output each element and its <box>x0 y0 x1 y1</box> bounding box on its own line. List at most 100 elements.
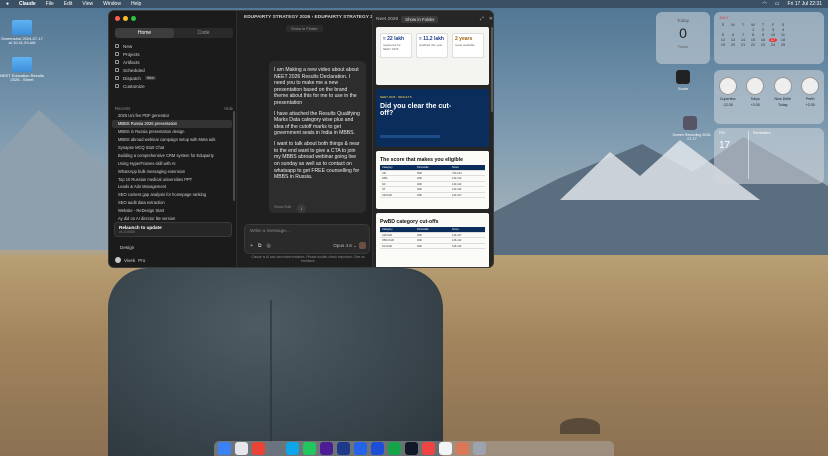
menu-app-name[interactable]: Claude <box>19 1 36 7</box>
user-menu[interactable]: Vivek Pro <box>115 257 145 263</box>
add-attachment-icon[interactable]: + <box>250 243 253 249</box>
menu-edit[interactable]: Edit <box>64 1 73 7</box>
table-cell: 126-113 <box>452 239 462 242</box>
recent-chat-item[interactable]: MBBS Russia 2026 presentation <box>112 119 232 128</box>
artifact-title[interactable]: Neet 2026 <box>376 17 398 22</box>
app-icon[interactable] <box>676 70 690 84</box>
world-clock-widget[interactable]: Cupertino -12:30 Tokyo +3:30 New Delhi Toda… <box>714 70 824 124</box>
chat-title[interactable]: EDUPAIRTY STRATEGY 2026 › EDUPAIRTY STRA… <box>244 15 381 20</box>
show-in-folder-button[interactable]: Show in Folder <box>401 15 439 23</box>
menu-help[interactable]: Help <box>131 1 141 7</box>
calendar-day: 1 <box>751 28 755 32</box>
message-edit-label[interactable]: Show Edit <box>274 205 291 209</box>
table-cell: UR-PwD <box>382 193 393 197</box>
tab-home[interactable]: Home <box>115 28 174 38</box>
sidebar-item-new[interactable]: New <box>115 42 233 50</box>
dock-sheets-icon[interactable] <box>388 442 401 455</box>
zoom-window-button[interactable] <box>131 16 136 21</box>
menu-file[interactable]: File <box>46 1 54 7</box>
stat-card: 2 years seats available <box>452 33 484 58</box>
desktop-icon-sheet[interactable]: NEET Education Results 2026 - Sheet <box>0 57 44 83</box>
expand-icon[interactable]: ⤢ <box>480 16 484 22</box>
clock-icon <box>115 68 119 72</box>
minimize-window-button[interactable] <box>123 16 128 21</box>
calendar-day: 12 <box>720 38 726 42</box>
scroll-down-button[interactable]: ↓ <box>297 204 306 213</box>
dock-photoshop-icon[interactable] <box>337 442 350 455</box>
dock-zoom-icon[interactable] <box>354 442 367 455</box>
table-cell: 45th <box>417 233 423 237</box>
dock-finder-icon[interactable] <box>218 442 231 455</box>
table-cell: SC-PwD <box>382 244 392 248</box>
recent-chat-item[interactable]: Building a comprehensive CRM system for … <box>112 151 232 159</box>
artifact-scrollbar[interactable] <box>491 27 493 112</box>
dock-zoom-2-icon[interactable] <box>371 442 384 455</box>
recent-chat-item[interactable]: SEO content gap analysis for homepage ra… <box>112 191 232 199</box>
table-cell: 40th <box>417 182 423 186</box>
dock-trash-icon[interactable] <box>473 442 486 455</box>
wifi-icon[interactable]: ◠ <box>762 1 766 7</box>
today-widget[interactable]: Today 0 Focus <box>656 12 710 64</box>
tab-code[interactable]: Code <box>174 28 233 38</box>
calendar-day: 17 <box>769 38 777 42</box>
recent-chat-item[interactable]: Website - ReDesign Start <box>112 207 232 215</box>
recent-chat-item[interactable]: WhatsApp bulk messaging extension <box>112 167 232 175</box>
show-in-finder-chip[interactable]: Show in Finder <box>286 25 323 32</box>
sidebar-item-design[interactable]: Design <box>120 245 134 250</box>
slide-previews[interactable]: ≈ 22 lakh registered for NEET 2026 ≈ 11.2… <box>376 27 489 267</box>
recents-list: 2026 Uni fee PDF generator MBBS Russia 20… <box>112 112 232 222</box>
calendar-widget[interactable]: JULY S M T W T F S 1 2 3 4 5 6 7 8 9 10 11 12 13 14 15 16 17 18 1… <box>714 12 824 64</box>
apple-icon[interactable]: ● <box>6 1 9 7</box>
menu-window[interactable]: Window <box>103 1 121 7</box>
sidebar-item-dispatch[interactable]: Dispatch New <box>115 74 233 82</box>
screenshot-thumbnail[interactable] <box>683 116 697 130</box>
research-icon[interactable]: ◎ <box>267 243 271 249</box>
reminders-widget[interactable]: FRI 17 Reminders <box>714 128 824 184</box>
relaunch-update-card[interactable]: Relaunch to update v1.0.0000 <box>114 222 232 237</box>
battery-icon[interactable]: ▭ <box>775 1 780 7</box>
recent-chat-item[interactable]: Synapse MCQ Start Chat <box>112 144 232 152</box>
dock-settings-icon[interactable] <box>269 442 282 455</box>
recent-chat-item[interactable]: 2026 Uni fee PDF generator <box>112 112 232 120</box>
recent-chat-item[interactable]: SEO audit data extraction <box>112 199 232 207</box>
close-icon[interactable]: ✕ <box>489 16 493 22</box>
eligibility-table: Category Percentile Score UR 50th 720-144 OBC 4… <box>380 165 485 198</box>
sidebar-item-projects[interactable]: Projects <box>115 50 233 58</box>
table-header-cell: Percentile <box>417 228 429 231</box>
recent-chat-item[interactable]: Using HyperFrames skill with AI <box>112 159 232 167</box>
dock-terminal-icon[interactable] <box>405 442 418 455</box>
calendar-day: T <box>741 23 745 27</box>
dock-chrome-icon[interactable] <box>252 442 265 455</box>
slide-heading: PwBD category cut-offs <box>380 219 439 225</box>
dock-premiere-icon[interactable] <box>320 442 333 455</box>
slide-pwbd[interactable]: PwBD category cut-offs Category Percentil… <box>376 213 489 267</box>
hide-recents-button[interactable]: Hide <box>224 106 233 111</box>
close-window-button[interactable] <box>115 16 120 21</box>
table-header-cell: Score <box>452 228 459 231</box>
recent-chat-item[interactable]: MBBS in Russia presentation design <box>112 128 232 136</box>
slide-cutoff-title[interactable]: NEET 2026 · RESULTS Did you clear the cu… <box>376 89 489 147</box>
desktop-icon-screenshot[interactable]: Screenshot 2024-07-17 at 10.41.03 AM <box>0 20 44 46</box>
dock-whatsapp-icon[interactable] <box>303 442 316 455</box>
message-composer[interactable]: Write a message... + ⧉ ◎ Opus 4.6 ⌄ <box>244 224 370 254</box>
send-button[interactable] <box>359 242 366 249</box>
dock-safari-icon[interactable] <box>286 442 299 455</box>
recent-chat-item[interactable]: Top 10 Russian medical universities PPT <box>112 175 232 183</box>
sidebar-item-customize[interactable]: Customize <box>115 82 233 90</box>
sidebar-scrollbar[interactable] <box>233 111 235 201</box>
recent-chat-item[interactable]: MBBS abroad webinar campaign setup with … <box>112 136 232 144</box>
model-selector[interactable]: Opus 4.6 ⌄ <box>333 243 357 249</box>
message-input[interactable]: Write a message... <box>250 229 290 234</box>
dock-claude-icon[interactable] <box>456 442 469 455</box>
menu-clock[interactable]: Fri 17 Jul 22:31 <box>788 1 822 7</box>
menu-view[interactable]: View <box>82 1 93 7</box>
dock-launchpad-icon[interactable] <box>235 442 248 455</box>
sidebar-item-scheduled[interactable]: Scheduled <box>115 66 233 74</box>
recent-chat-item[interactable]: Leads & Ads Management <box>112 183 232 191</box>
sidebar-item-artifacts[interactable]: Artifacts <box>115 58 233 66</box>
slide-stats[interactable]: ≈ 22 lakh registered for NEET 2026 ≈ 11.2… <box>376 27 489 85</box>
slide-eligibility[interactable]: The score that makes you eligible Catego… <box>376 151 489 209</box>
dock-music-icon[interactable] <box>422 442 435 455</box>
dock-voice-memos-icon[interactable] <box>439 442 452 455</box>
tools-icon[interactable]: ⧉ <box>258 243 262 249</box>
